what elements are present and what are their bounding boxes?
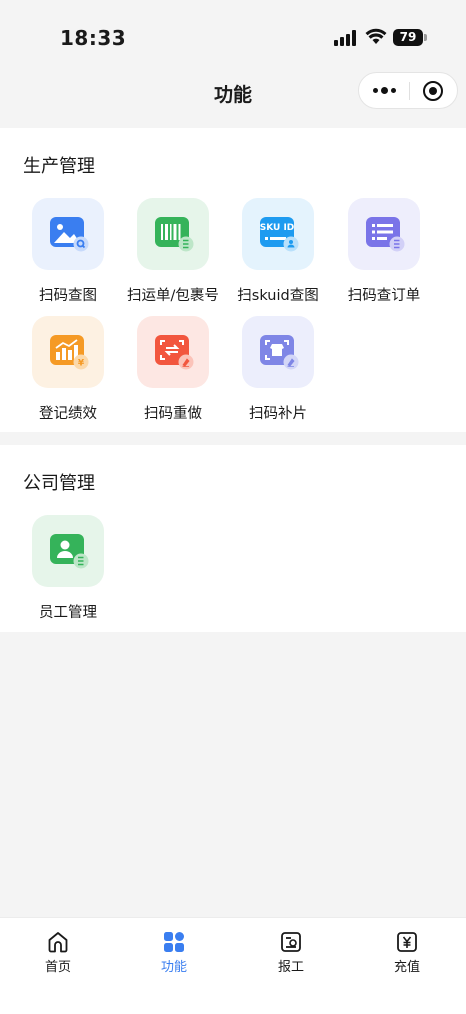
tab-label: 功能 — [160, 960, 187, 975]
yuan-badge-text: ¥ — [78, 359, 85, 369]
tile-label: 扫码查图 — [39, 288, 97, 304]
tile-scan-waybill[interactable]: 扫运单/包裹号 — [120, 198, 226, 305]
skuid-icon: SKU ID — [242, 198, 314, 270]
tab-recharge[interactable]: 充值 — [367, 930, 447, 975]
tile-label: 扫skuid查图 — [237, 288, 319, 304]
signal-icon — [334, 30, 356, 46]
status-bar: 18:33 79 — [0, 0, 466, 70]
tab-label: 充值 — [393, 960, 420, 975]
image-search-icon — [32, 198, 104, 270]
nav-bar: 功能 — [0, 70, 466, 116]
tab-label: 报工 — [277, 960, 304, 975]
barcode-icon — [137, 198, 209, 270]
grid-icon — [164, 932, 184, 952]
report-icon — [281, 932, 301, 952]
tile-scan-order[interactable]: 扫码查订单 — [331, 198, 437, 305]
more-icon[interactable] — [359, 73, 409, 108]
home-icon — [48, 932, 68, 953]
tile-scan-image[interactable]: 扫码查图 — [15, 198, 121, 305]
tile-label: 扫码补片 — [249, 406, 307, 422]
tab-functions[interactable]: 功能 — [134, 930, 214, 975]
tile-scan-skuid[interactable]: SKU ID 扫skuid查图 — [225, 198, 331, 305]
tile-scan-patch[interactable]: 扫码补片 — [225, 316, 331, 423]
tile-label: 员工管理 — [39, 605, 97, 621]
employee-card-icon — [32, 515, 104, 587]
battery-level: 79 — [393, 29, 423, 46]
tab-label: 首页 — [44, 960, 71, 975]
status-time: 18:33 — [60, 26, 127, 50]
close-target-icon[interactable] — [423, 81, 443, 101]
section-production: 生产管理 扫码查图 扫运单/包裹号 SKU ID 扫skuid查图 扫码查订单 … — [0, 128, 466, 432]
section-title: 生产管理 — [23, 156, 95, 177]
tile-scan-redo[interactable]: 扫码重做 — [120, 316, 226, 423]
tile-label: 扫码查订单 — [347, 288, 421, 304]
battery-icon: 79 — [393, 29, 427, 46]
performance-chart-icon: ¥ — [32, 316, 104, 388]
tile-label: 扫运单/包裹号 — [127, 288, 219, 304]
skuid-badge-text: SKU ID — [260, 223, 295, 233]
scan-redo-icon — [137, 316, 209, 388]
tile-employee-management[interactable]: 员工管理 — [15, 515, 121, 622]
tab-bar: 首页 功能 报工 充值 — [0, 917, 466, 1014]
section-title: 公司管理 — [23, 473, 95, 494]
tab-home[interactable]: 首页 — [18, 930, 98, 975]
scan-patch-icon — [242, 316, 314, 388]
tile-label: 扫码重做 — [144, 406, 202, 422]
yuan-icon — [397, 932, 417, 952]
wifi-icon — [365, 28, 387, 44]
section-company: 公司管理 员工管理 — [0, 445, 466, 632]
order-list-icon — [348, 198, 420, 270]
mini-program-capsule — [358, 72, 458, 109]
tile-register-performance[interactable]: ¥ 登记绩效 — [15, 316, 121, 423]
tile-label: 登记绩效 — [39, 406, 97, 422]
tab-report[interactable]: 报工 — [251, 930, 331, 975]
